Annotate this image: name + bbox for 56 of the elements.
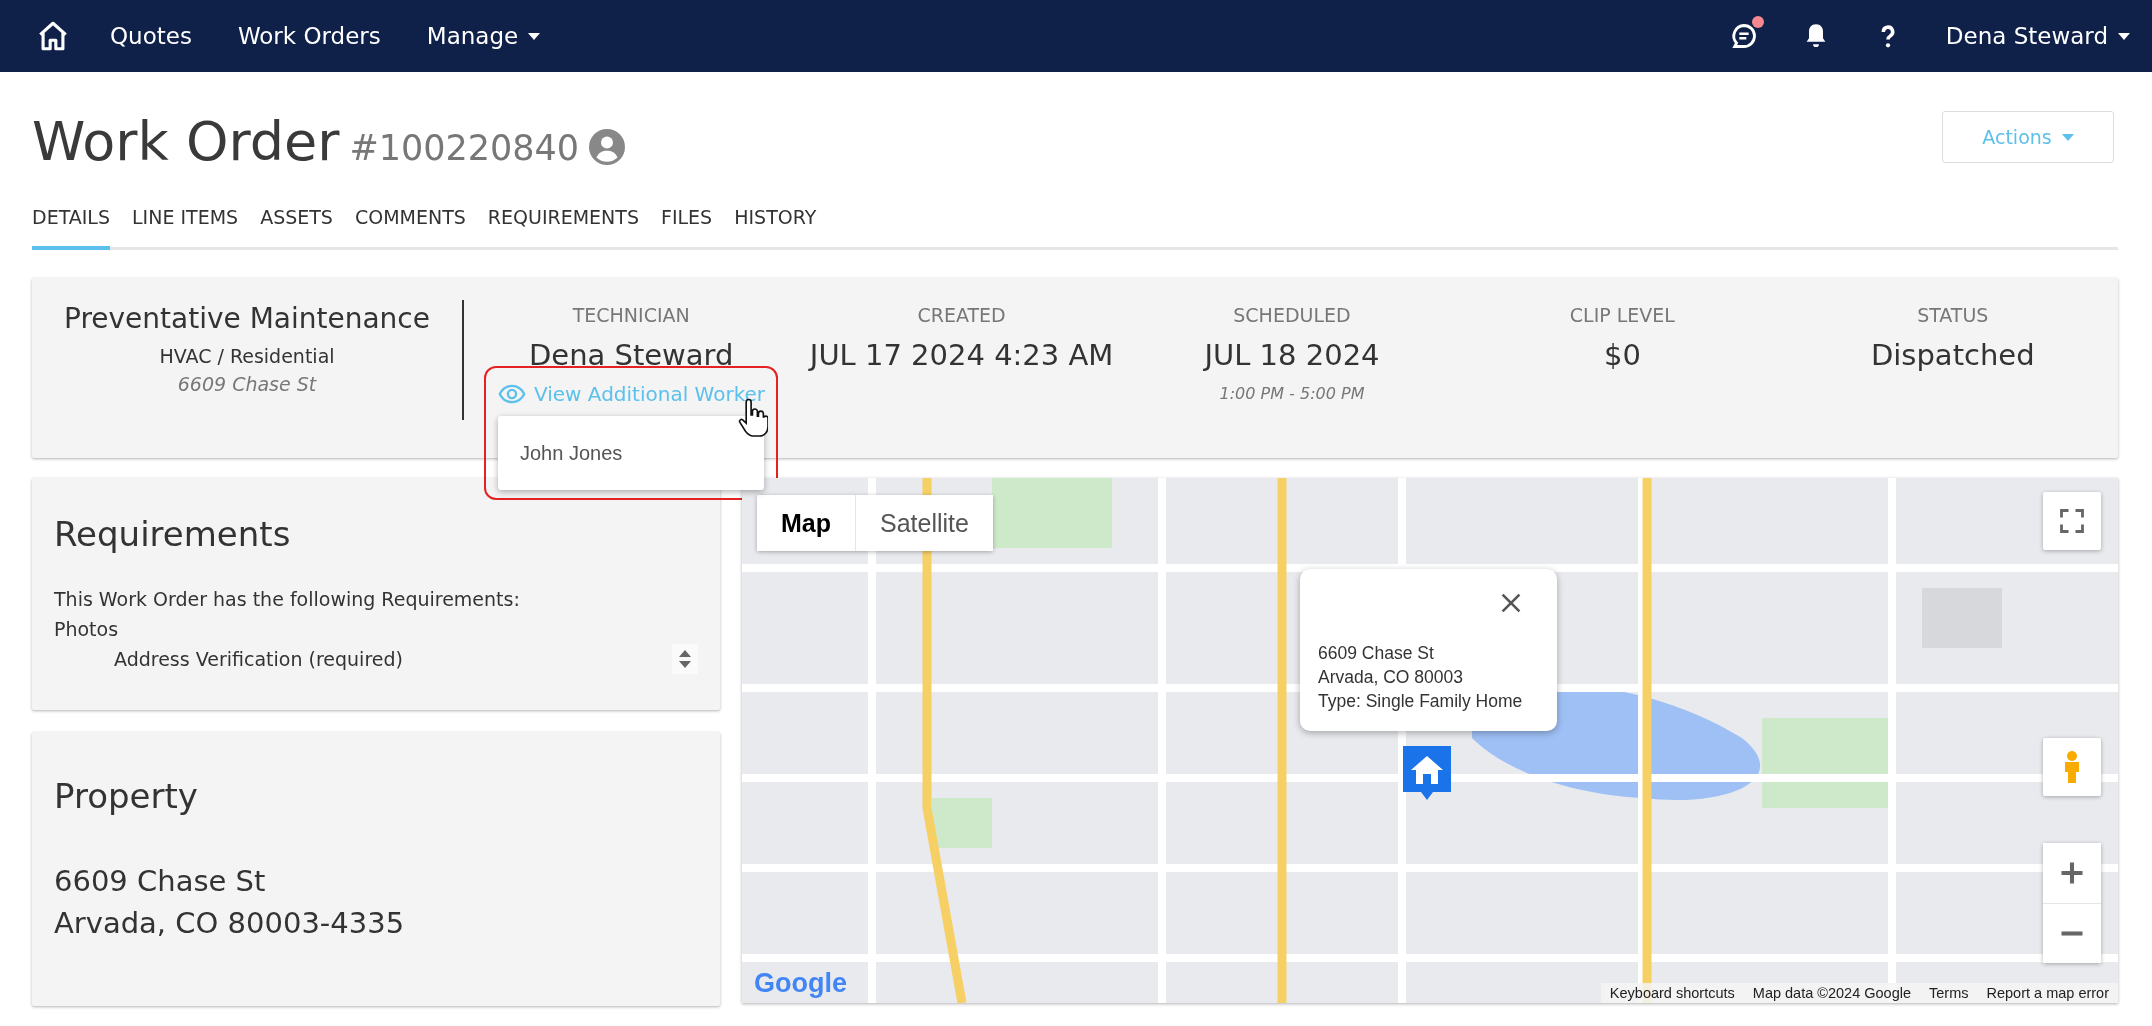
work-address: 6609 Chase St — [177, 373, 317, 395]
map[interactable]: Map Satellite 6609 Chase St Arvada, CO 80003 Type: Single Family Home Google Keyboard shortcuts Map data ©2024 Google Terms Report a map error — [742, 478, 2118, 1003]
property-address-line: 6609 Chase St — [54, 863, 267, 900]
property-address-line: Arvada, CO 80003-4335 — [54, 905, 406, 942]
work-category: HVAC / Residential — [159, 345, 335, 367]
field-label: TECHNICIAN — [572, 304, 690, 326]
field-label: CLIP LEVEL — [1569, 304, 1675, 326]
map-footer-link[interactable]: Map data ©2024 Google — [1743, 983, 1920, 1003]
worker-name: John Jones — [520, 441, 623, 465]
requirement-group: Photos — [54, 614, 698, 644]
caret-icon — [2118, 32, 2130, 40]
field-label: SCHEDULED — [1233, 304, 1351, 326]
tab[interactable]: ASSETS — [260, 192, 333, 250]
tab[interactable]: COMMENTS — [354, 192, 466, 250]
field-value: JUL 18 2024 — [1204, 338, 1380, 372]
work-type: Preventative Maintenance — [64, 302, 430, 335]
user-avatar-icon — [589, 128, 626, 165]
chat-icon[interactable] — [1729, 22, 1758, 50]
field-value: Dena Steward — [528, 338, 734, 372]
fullscreen-button[interactable] — [2043, 492, 2101, 550]
zoom-in-button[interactable] — [2043, 843, 2101, 903]
field-value: JUL 17 2024 4:23 AM — [809, 338, 1114, 372]
nav-link[interactable]: Work Orders — [237, 23, 381, 49]
info-text: Type: Single Family Home — [1318, 690, 1524, 713]
page-title: Work Order — [32, 110, 340, 173]
map-type-button[interactable]: Map — [757, 495, 855, 551]
info-text: 6609 Chase St — [1318, 642, 1435, 665]
sort-icon[interactable] — [672, 644, 698, 674]
user-menu[interactable]: Dena Steward — [1945, 23, 2130, 49]
tab[interactable]: FILES — [661, 192, 713, 250]
tab[interactable]: HISTORY — [734, 192, 817, 250]
requirement-item: Address Verification (required) — [114, 647, 403, 672]
map-type-button[interactable]: Satellite — [855, 495, 993, 551]
time-window: 1:00 PM - 5:00 PM — [1219, 384, 1365, 403]
card-title: Requirements — [54, 514, 292, 554]
nav-link[interactable]: Manage — [426, 23, 541, 49]
field-value: Dispatched — [1870, 338, 2035, 372]
requirements-intro: This Work Order has the following Requirements: — [54, 587, 521, 612]
map-footer-link[interactable]: Keyboard shortcuts — [1600, 983, 1744, 1003]
map-logo: Google — [754, 968, 847, 999]
field-label: CREATED — [917, 304, 1006, 326]
card-title: Property — [54, 776, 199, 816]
tab[interactable]: LINE ITEMS — [132, 192, 239, 250]
tab[interactable]: DETAILS — [32, 192, 110, 250]
map-footer-link[interactable]: Report a map error — [1977, 983, 2118, 1003]
home-icon[interactable] — [36, 19, 70, 53]
field-label: STATUS — [1917, 304, 1989, 326]
close-icon[interactable] — [1499, 591, 1523, 615]
work-order-number: #100220840 — [349, 128, 580, 168]
tab[interactable]: REQUIREMENTS — [487, 192, 639, 250]
fullscreen-icon — [2058, 507, 2086, 535]
field-value: $0 — [1603, 338, 1641, 372]
nav-link[interactable]: Quotes — [110, 23, 192, 49]
house-marker-icon[interactable] — [1403, 746, 1451, 800]
map-footer-link[interactable]: Terms — [1920, 983, 1978, 1003]
info-text: Arvada, CO 80003 — [1318, 666, 1464, 689]
